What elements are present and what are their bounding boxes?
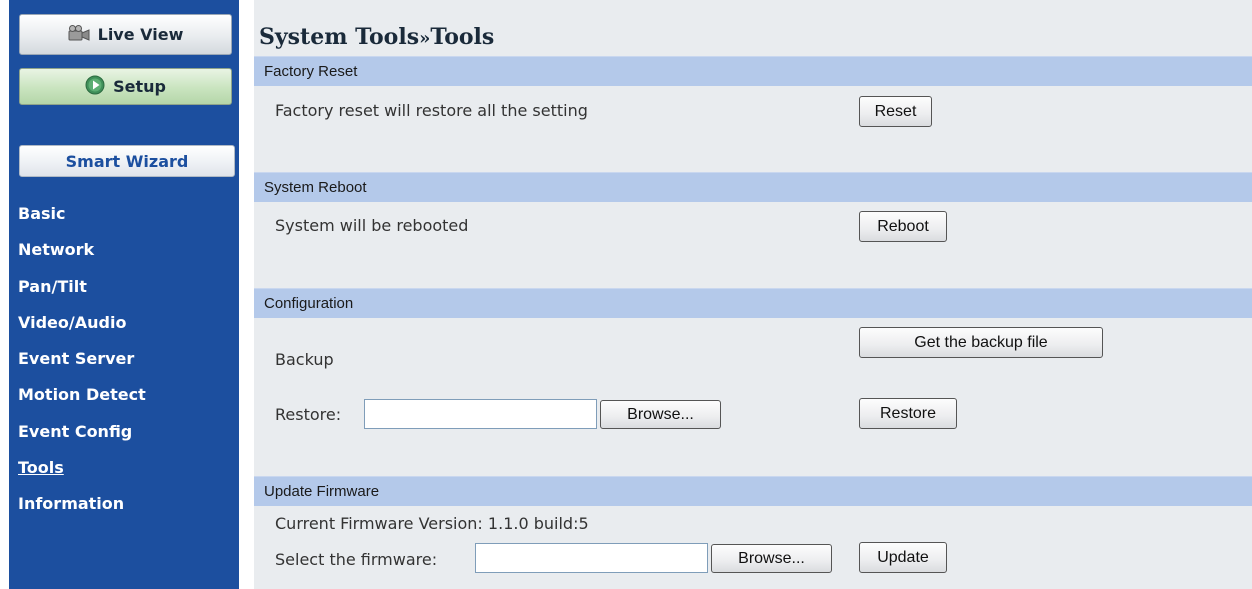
factory-reset-description: Factory reset will restore all the setti…	[275, 101, 588, 120]
nav-item-motion-detect[interactable]: Motion Detect	[18, 385, 146, 404]
firmware-browse-button[interactable]: Browse...	[711, 544, 832, 573]
system-reboot-header: System Reboot	[254, 172, 1252, 202]
nav-item-network[interactable]: Network	[18, 240, 94, 259]
breadcrumb-separator: »	[419, 28, 431, 49]
nav-item-pan-tilt[interactable]: Pan/Tilt	[18, 277, 87, 296]
main-content: System Tools»Tools Factory Reset Factory…	[254, 0, 1252, 589]
backup-label: Backup	[275, 350, 334, 369]
smart-wizard-label: Smart Wizard	[65, 151, 189, 171]
breadcrumb-parent: System Tools	[259, 24, 420, 50]
live-view-button[interactable]: Live View	[19, 14, 232, 55]
nav-item-event-config[interactable]: Event Config	[18, 422, 132, 441]
reboot-button[interactable]: Reboot	[859, 211, 947, 242]
video-camera-icon	[68, 24, 90, 45]
nav-item-information[interactable]: Information	[18, 494, 124, 513]
current-version-label: Current Firmware Version:	[275, 514, 483, 533]
breadcrumb-current: Tools	[430, 24, 495, 50]
nav-item-event-server[interactable]: Event Server	[18, 349, 134, 368]
sidebar: Live View Setup Smart Wizard Basic Netwo…	[9, 0, 239, 589]
setup-label: Setup	[113, 77, 166, 96]
setup-button[interactable]: Setup	[19, 68, 232, 105]
nav-item-tools[interactable]: Tools	[18, 458, 64, 477]
restore-file-input[interactable]	[364, 399, 597, 429]
select-firmware-label: Select the firmware:	[275, 550, 438, 569]
setup-icon	[85, 75, 105, 99]
restore-button[interactable]: Restore	[859, 398, 957, 429]
get-backup-file-button[interactable]: Get the backup file	[859, 327, 1103, 358]
restore-label: Restore:	[275, 405, 342, 424]
restore-browse-button[interactable]: Browse...	[600, 400, 721, 429]
factory-reset-header: Factory Reset	[254, 56, 1252, 86]
nav-item-basic[interactable]: Basic	[18, 204, 65, 223]
firmware-file-input[interactable]	[475, 543, 708, 573]
reset-button[interactable]: Reset	[859, 96, 932, 127]
current-version-value: 1.1.0 build:5	[487, 514, 589, 533]
live-view-label: Live View	[97, 25, 184, 44]
current-firmware-version: Current Firmware Version: 1.1.0 build:5	[275, 514, 589, 533]
update-firmware-header: Update Firmware	[254, 476, 1252, 506]
update-button[interactable]: Update	[859, 542, 947, 573]
system-reboot-description: System will be rebooted	[275, 216, 469, 235]
smart-wizard-button[interactable]: Smart Wizard	[19, 145, 235, 177]
page-title: System Tools»Tools	[259, 24, 494, 50]
nav-item-video-audio[interactable]: Video/Audio	[18, 313, 126, 332]
configuration-header: Configuration	[254, 288, 1252, 318]
